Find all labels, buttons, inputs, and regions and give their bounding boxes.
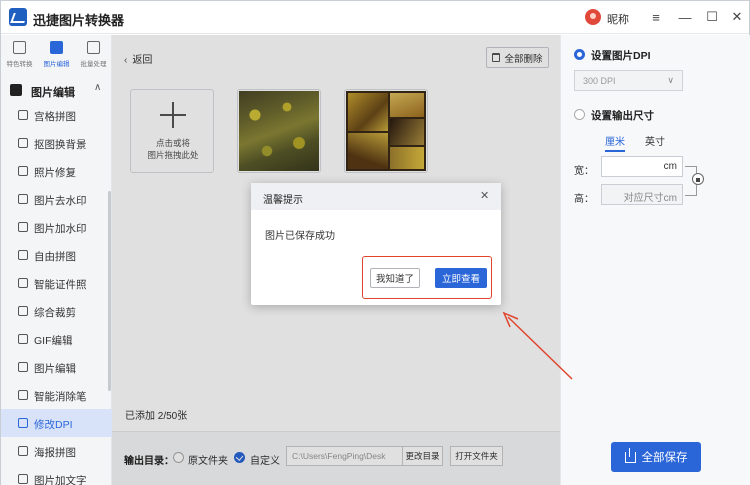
user-avatar[interactable] [585,9,601,25]
user-name[interactable]: 昵称 [607,11,629,27]
feature-convert-icon [13,41,26,54]
image-edit-section-icon [10,84,22,96]
save-all-button[interactable]: 全部保存 [611,442,701,472]
poster-icon [18,446,28,456]
download-icon [624,447,636,463]
dialog-header: 温馨提示 ✕ [251,183,501,210]
photo-repair-icon [18,166,28,176]
lock-icon[interactable] [692,173,704,185]
view-now-button[interactable]: 立即查看 [435,268,487,288]
grid-icon [18,110,28,120]
sidebar-item-label: 图片加水印 [34,223,87,235]
sidebar-item-label: 抠图换背景 [34,139,87,151]
close-window-icon[interactable]: ✕ [728,8,746,26]
sidebar-item-label: GIF编辑 [34,335,73,347]
title-bar: 迅捷图片转换器 昵称 ≡ — ☐ ✕ [1,1,749,34]
radio-set-dpi[interactable] [574,49,585,60]
dpi-select-value: 300 DPI [583,76,616,86]
sidebar-item-label: 图片去水印 [34,195,87,207]
sidebar-item-label: 照片修复 [34,167,76,179]
add-text-icon [18,474,28,484]
sidebar-item-poster-collage[interactable]: 海报拼图 [1,437,112,465]
app-window: 迅捷图片转换器 昵称 ≡ — ☐ ✕ 特色转换 图片编辑 批量处理 图片编辑 ∧… [0,0,750,485]
image-edit-icon [18,362,28,372]
eraser-icon [18,390,28,400]
sidebar: 特色转换 图片编辑 批量处理 图片编辑 ∧ 宫格拼图 抠图换背景 照片修复 图片… [1,35,112,485]
chevron-up-icon[interactable]: ∧ [94,82,101,93]
tab-label: 图片编辑 [43,61,70,68]
unit-tab-cm[interactable]: 厘米 [605,133,625,152]
sidebar-item-grid-collage[interactable]: 宫格拼图 [1,101,112,129]
section-label: 图片编辑 [31,87,75,99]
save-success-dialog: 温馨提示 ✕ 图片已保存成功 我知道了 立即查看 [251,183,501,305]
sidebar-item-image-edit[interactable]: 图片编辑 [1,353,112,381]
height-input[interactable]: 对应尺寸cm [601,184,683,205]
maximize-icon[interactable]: ☐ [703,8,721,26]
add-watermark-icon [18,222,28,232]
sidebar-item-label: 智能消除笔 [34,391,87,403]
sidebar-item-label: 宫格拼图 [34,111,76,123]
sidebar-item-photo-repair[interactable]: 照片修复 [1,157,112,185]
dpi-icon [18,418,28,428]
sidebar-item-free-collage[interactable]: 自由拼图 [1,241,112,269]
sidebar-list: 宫格拼图 抠图换背景 照片修复 图片去水印 图片加水印 自由拼图 智能证件照 综… [1,101,112,485]
sidebar-item-id-photo[interactable]: 智能证件照 [1,269,112,297]
unit-tab-inch[interactable]: 英寸 [645,133,665,148]
tab-label: 批量处理 [80,61,107,68]
tab-batch-process[interactable]: 批量处理 [75,35,112,71]
sidebar-item-eraser[interactable]: 智能消除笔 [1,381,112,409]
id-photo-icon [18,278,28,288]
sidebar-item-cutout[interactable]: 抠图换背景 [1,129,112,157]
batch-process-icon [87,41,100,54]
sidebar-item-crop[interactable]: 综合裁剪 [1,297,112,325]
tab-image-edit[interactable]: 图片编辑 [38,35,75,71]
menu-icon[interactable]: ≡ [647,8,665,26]
sidebar-item-label: 自由拼图 [34,251,76,263]
sidebar-item-modify-dpi[interactable]: 修改DPI [1,409,112,437]
crop-icon [18,306,28,316]
sidebar-section-image-edit[interactable]: 图片编辑 ∧ [1,81,112,99]
sidebar-item-label: 智能证件照 [34,279,87,291]
sidebar-item-label: 图片加文字 [34,475,87,485]
width-input[interactable]: cm [601,156,683,177]
free-collage-icon [18,250,28,260]
dialog-message: 图片已保存成功 [265,231,335,242]
tab-feature-convert[interactable]: 特色转换 [1,35,38,71]
sidebar-item-label: 海报拼图 [34,447,76,459]
gif-icon [18,334,28,344]
radio-set-size[interactable] [574,109,585,120]
dismiss-button[interactable]: 我知道了 [370,268,420,288]
sidebar-item-label: 修改DPI [34,419,73,431]
tab-label: 特色转换 [6,61,33,68]
sidebar-top-tabs: 特色转换 图片编辑 批量处理 [1,35,112,71]
remove-watermark-icon [18,194,28,204]
width-label: 宽： [574,166,594,177]
sidebar-scrollbar[interactable] [108,191,111,391]
app-logo-icon [9,8,27,26]
cutout-icon [18,138,28,148]
close-icon[interactable]: ✕ [480,189,489,202]
chevron-down-icon: ∨ [667,75,674,85]
save-all-label: 全部保存 [641,452,688,464]
minimize-icon[interactable]: — [676,8,694,26]
set-size-label[interactable]: 设置输出尺寸 [591,108,654,123]
set-dpi-label[interactable]: 设置图片DPI [591,48,651,63]
sidebar-item-add-text[interactable]: 图片加文字 [1,465,112,485]
dpi-select[interactable]: 300 DPI ∨ [574,70,683,91]
height-label: 高： [574,194,594,205]
sidebar-item-gif-edit[interactable]: GIF编辑 [1,325,112,353]
sidebar-item-add-watermark[interactable]: 图片加水印 [1,213,112,241]
image-edit-icon [50,41,63,54]
dialog-title: 温馨提示 [263,195,303,206]
sidebar-item-label: 图片编辑 [34,363,76,375]
sidebar-item-label: 综合裁剪 [34,307,76,319]
settings-panel: 设置图片DPI 300 DPI ∨ 设置输出尺寸 厘米 英寸 宽： cm 高： … [560,35,750,485]
app-title: 迅捷图片转换器 [33,13,125,28]
sidebar-item-remove-watermark[interactable]: 图片去水印 [1,185,112,213]
